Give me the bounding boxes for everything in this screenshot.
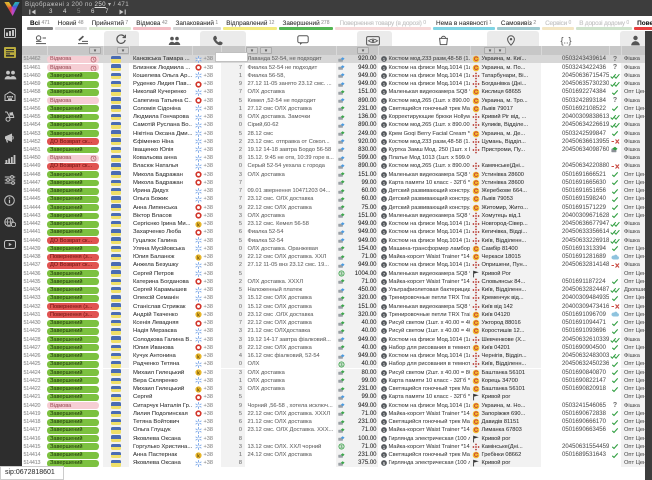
svg-text:{..}: {..} [560, 36, 571, 46]
